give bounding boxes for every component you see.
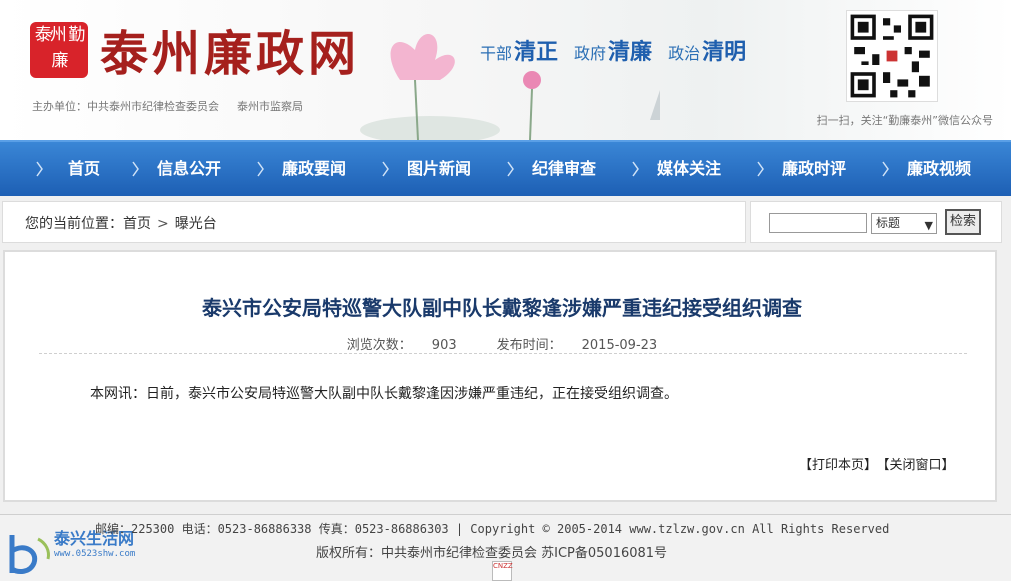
date-meta: 发布时间： 2015-09-23 bbox=[487, 338, 668, 353]
views-meta: 浏览次数： 903 bbox=[337, 338, 467, 353]
nav-separator-icon bbox=[132, 161, 139, 177]
search-button[interactable]: 检索 bbox=[945, 209, 981, 235]
article-panel: 泰兴市公安局特巡警大队副中队长戴黎逢涉嫌严重违纪接受组织调查 浏览次数： 903 发… bbox=[3, 250, 997, 502]
sponsor-info: 主办单位：中共泰州市纪律检查委员会 泰州市监察局 bbox=[32, 98, 321, 114]
chevron-right-icon: > bbox=[157, 216, 169, 232]
slogan-3-word: 清明 bbox=[702, 39, 747, 65]
nav-item-video[interactable]: 廉政视频 bbox=[903, 142, 975, 196]
breadcrumb-home[interactable]: 首页 bbox=[123, 216, 151, 232]
watermark-url: www.0523shw.com bbox=[54, 549, 136, 559]
slogan-2-word: 清廉 bbox=[608, 39, 653, 65]
slogan-1-word: 清正 bbox=[514, 39, 559, 65]
chevron-down-icon: ▼ bbox=[924, 219, 933, 232]
search-input[interactable] bbox=[769, 213, 867, 233]
qr-code-icon bbox=[846, 10, 938, 102]
views-count: 903 bbox=[431, 338, 457, 353]
logo-seal[interactable]: 泰州 勤廉 bbox=[30, 22, 88, 78]
breadcrumb-bar: 您的当前位置：首页 > 曝光台 bbox=[2, 201, 746, 243]
article-actions: 【打印本页】 【关闭窗口】 bbox=[793, 454, 955, 473]
search-bar: 标题 ▼ 检索 bbox=[750, 201, 1002, 243]
cnzz-label: CNZZ bbox=[493, 562, 513, 570]
site-header: 泰州 勤廉 泰州廉政网 主办单位：中共泰州市纪律检查委员会 泰州市监察局 干部清正… bbox=[0, 0, 1011, 140]
close-window-link[interactable]: 【关闭窗口】 bbox=[883, 458, 955, 473]
main-nav: 首页 信息公开 廉政要闻 图片新闻 纪律审查 媒体关注 廉政时评 廉政视频 bbox=[0, 140, 1011, 196]
slogan-1-prefix: 干部 bbox=[480, 44, 513, 63]
nav-separator-icon bbox=[382, 161, 389, 177]
print-page-link[interactable]: 【打印本页】 bbox=[799, 458, 877, 473]
slogan-2-prefix: 政府 bbox=[574, 44, 607, 63]
nav-item-news[interactable]: 廉政要闻 bbox=[278, 142, 350, 196]
sponsor-2: 泰州市监察局 bbox=[237, 100, 303, 113]
site-name[interactable]: 泰州廉政网 bbox=[100, 14, 360, 84]
breadcrumb: 您的当前位置：首页 > 曝光台 bbox=[25, 213, 217, 233]
footer-contact: 邮编：225300 电话：0523-86886338 传真：0523-86886… bbox=[95, 522, 890, 536]
breadcrumb-current[interactable]: 曝光台 bbox=[175, 216, 217, 232]
nav-separator-icon bbox=[257, 161, 264, 177]
nav-separator-icon bbox=[507, 161, 514, 177]
cnzz-stats-icon[interactable]: CNZZ bbox=[492, 561, 513, 581]
breadcrumb-prefix: 您的当前位置： bbox=[25, 216, 123, 232]
sponsor-label: 主办单位：中共泰州市纪律检查委员会 bbox=[32, 100, 219, 113]
search-field-select[interactable]: 标题 ▼ bbox=[871, 213, 937, 234]
slogan-3-prefix: 政治 bbox=[668, 44, 701, 63]
date-label: 发布时间： bbox=[496, 338, 562, 353]
article-title: 泰兴市公安局特巡警大队副中队长戴黎逢涉嫌严重违纪接受组织调查 bbox=[202, 296, 802, 320]
nav-item-media[interactable]: 媒体关注 bbox=[653, 142, 725, 196]
footer-copyright: 版权所有：中共泰州市纪律检查委员会 苏ICP备05016081号 bbox=[316, 546, 668, 561]
nav-item-commentary[interactable]: 廉政时评 bbox=[778, 142, 850, 196]
nav-separator-icon bbox=[757, 161, 764, 177]
article-meta: 浏览次数： 903 发布时间： 2015-09-23 bbox=[5, 334, 999, 353]
article-body: 本网讯：日前，泰兴市公安局特巡警大队副中队长戴黎逢因涉嫌严重违纪，正在接受组织调… bbox=[90, 386, 678, 402]
divider bbox=[39, 353, 967, 354]
nav-item-discipline-review[interactable]: 纪律审查 bbox=[528, 142, 600, 196]
views-label: 浏览次数： bbox=[346, 338, 412, 353]
qr-caption: 扫一扫，关注“勤廉泰州”微信公众号 bbox=[816, 114, 993, 127]
nav-separator-icon bbox=[632, 161, 639, 177]
nav-item-home[interactable]: 首页 bbox=[40, 142, 128, 196]
nav-separator-icon bbox=[36, 161, 43, 177]
logo-seal-text: 泰州 勤廉 bbox=[34, 25, 85, 71]
publish-date: 2015-09-23 bbox=[581, 338, 658, 353]
nav-item-info-public[interactable]: 信息公开 bbox=[153, 142, 225, 196]
slogan: 干部清正 政府清廉 政治清明 bbox=[480, 34, 762, 66]
nav-item-photo-news[interactable]: 图片新闻 bbox=[403, 142, 475, 196]
nav-separator-icon bbox=[882, 161, 889, 177]
search-field-select-value: 标题 bbox=[876, 216, 901, 230]
